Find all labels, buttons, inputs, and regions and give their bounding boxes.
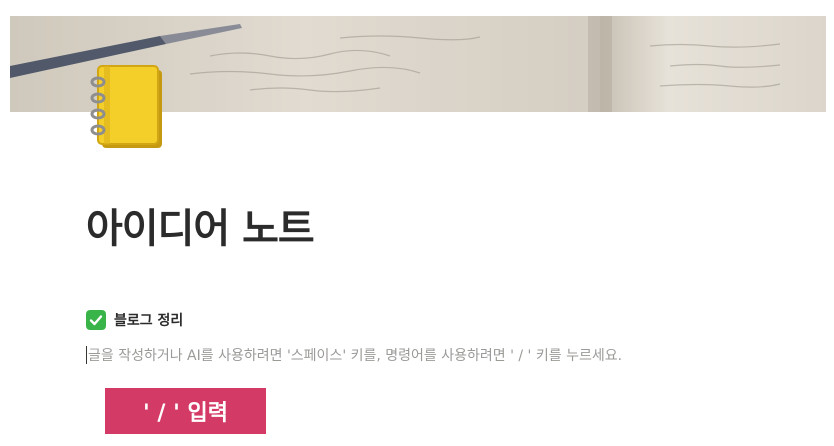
editor-block[interactable]: 글을 작성하거나 AI를 사용하려면 '스페이스' 키를, 명령어를 사용하려면… <box>86 344 622 366</box>
editor-placeholder: 글을 작성하거나 AI를 사용하려면 '스페이스' 키를, 명령어를 사용하려면… <box>88 348 623 364</box>
slash-hint-badge: ' / ' 입력 <box>105 388 266 434</box>
todo-label[interactable]: 블로그 정리 <box>114 310 183 330</box>
check-mark-button-icon[interactable] <box>86 310 106 330</box>
text-caret <box>86 346 87 364</box>
notebook-icon[interactable] <box>84 60 176 152</box>
todo-item[interactable]: 블로그 정리 <box>86 308 183 332</box>
notion-page: 아이디어 노트 블로그 정리 글을 작성하거나 AI를 사용하려면 '스페이스'… <box>0 0 834 446</box>
page-title[interactable]: 아이디어 노트 <box>86 196 315 254</box>
